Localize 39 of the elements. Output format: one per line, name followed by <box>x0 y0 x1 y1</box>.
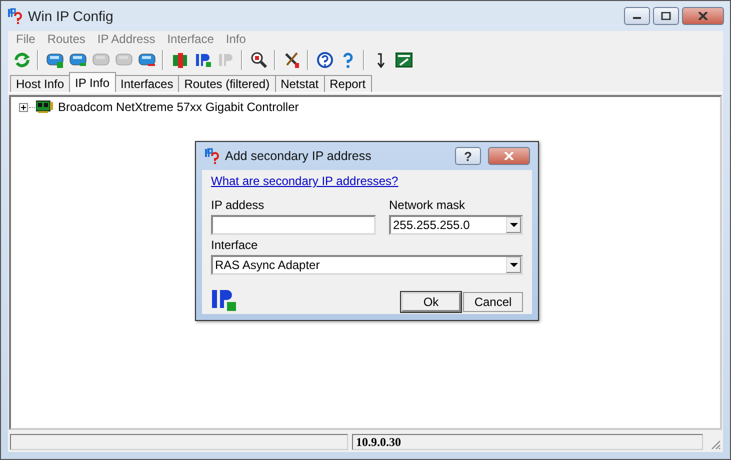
menu-item[interactable]: Info <box>220 32 252 46</box>
maximize-button[interactable] <box>653 7 679 25</box>
window-title: Win IP Config <box>28 8 114 24</box>
tab[interactable]: Report <box>324 75 372 92</box>
menu-item[interactable]: Interface <box>161 32 220 46</box>
tab[interactable]: IP Info <box>69 72 116 92</box>
dropdown-arrow-icon <box>510 263 518 267</box>
app-icon <box>204 148 220 164</box>
dropdown-arrow-icon <box>510 223 518 227</box>
close-button[interactable] <box>682 7 724 25</box>
tab[interactable]: Routes (filtered) <box>178 75 276 92</box>
close-icon <box>504 152 514 160</box>
dialog-title: Add secondary IP address <box>225 149 372 163</box>
size-grip-icon <box>709 438 721 450</box>
ip-add-icon <box>211 288 237 312</box>
field-label: Network mask <box>389 198 466 212</box>
network-card-icon <box>36 100 54 114</box>
ip-address-field[interactable] <box>211 215 376 235</box>
maximize-icon <box>661 12 671 20</box>
tree-item[interactable]: Broadcom NetXtreme 57xx Gigabit Controller <box>58 100 299 114</box>
minimize-button[interactable] <box>624 7 650 25</box>
status-address: 10.9.0.30 <box>352 434 703 450</box>
close-icon <box>698 12 708 20</box>
field-label: Interface <box>211 238 258 252</box>
field-label: IP addess <box>211 198 264 212</box>
close-button[interactable] <box>488 147 530 165</box>
menu-item[interactable]: Routes <box>41 32 92 46</box>
menu-item[interactable]: File <box>10 32 42 46</box>
network-mask-dropdown[interactable]: 255.255.255.0 <box>389 215 523 235</box>
help-icon[interactable] <box>314 49 335 71</box>
interface-dropdown[interactable]: RAS Async Adapter <box>211 255 523 275</box>
dialog-button[interactable]: Cancel <box>463 292 523 312</box>
app-icon <box>7 8 23 24</box>
expand-toggle[interactable] <box>19 102 28 112</box>
help-button[interactable]: ? <box>455 147 481 165</box>
tab[interactable]: Host Info <box>10 75 70 92</box>
menu-item[interactable]: IP Address <box>91 32 162 46</box>
help-link[interactable]: What are secondary IP addresses? <box>211 174 398 188</box>
dialog-button[interactable]: Ok <box>401 292 461 312</box>
